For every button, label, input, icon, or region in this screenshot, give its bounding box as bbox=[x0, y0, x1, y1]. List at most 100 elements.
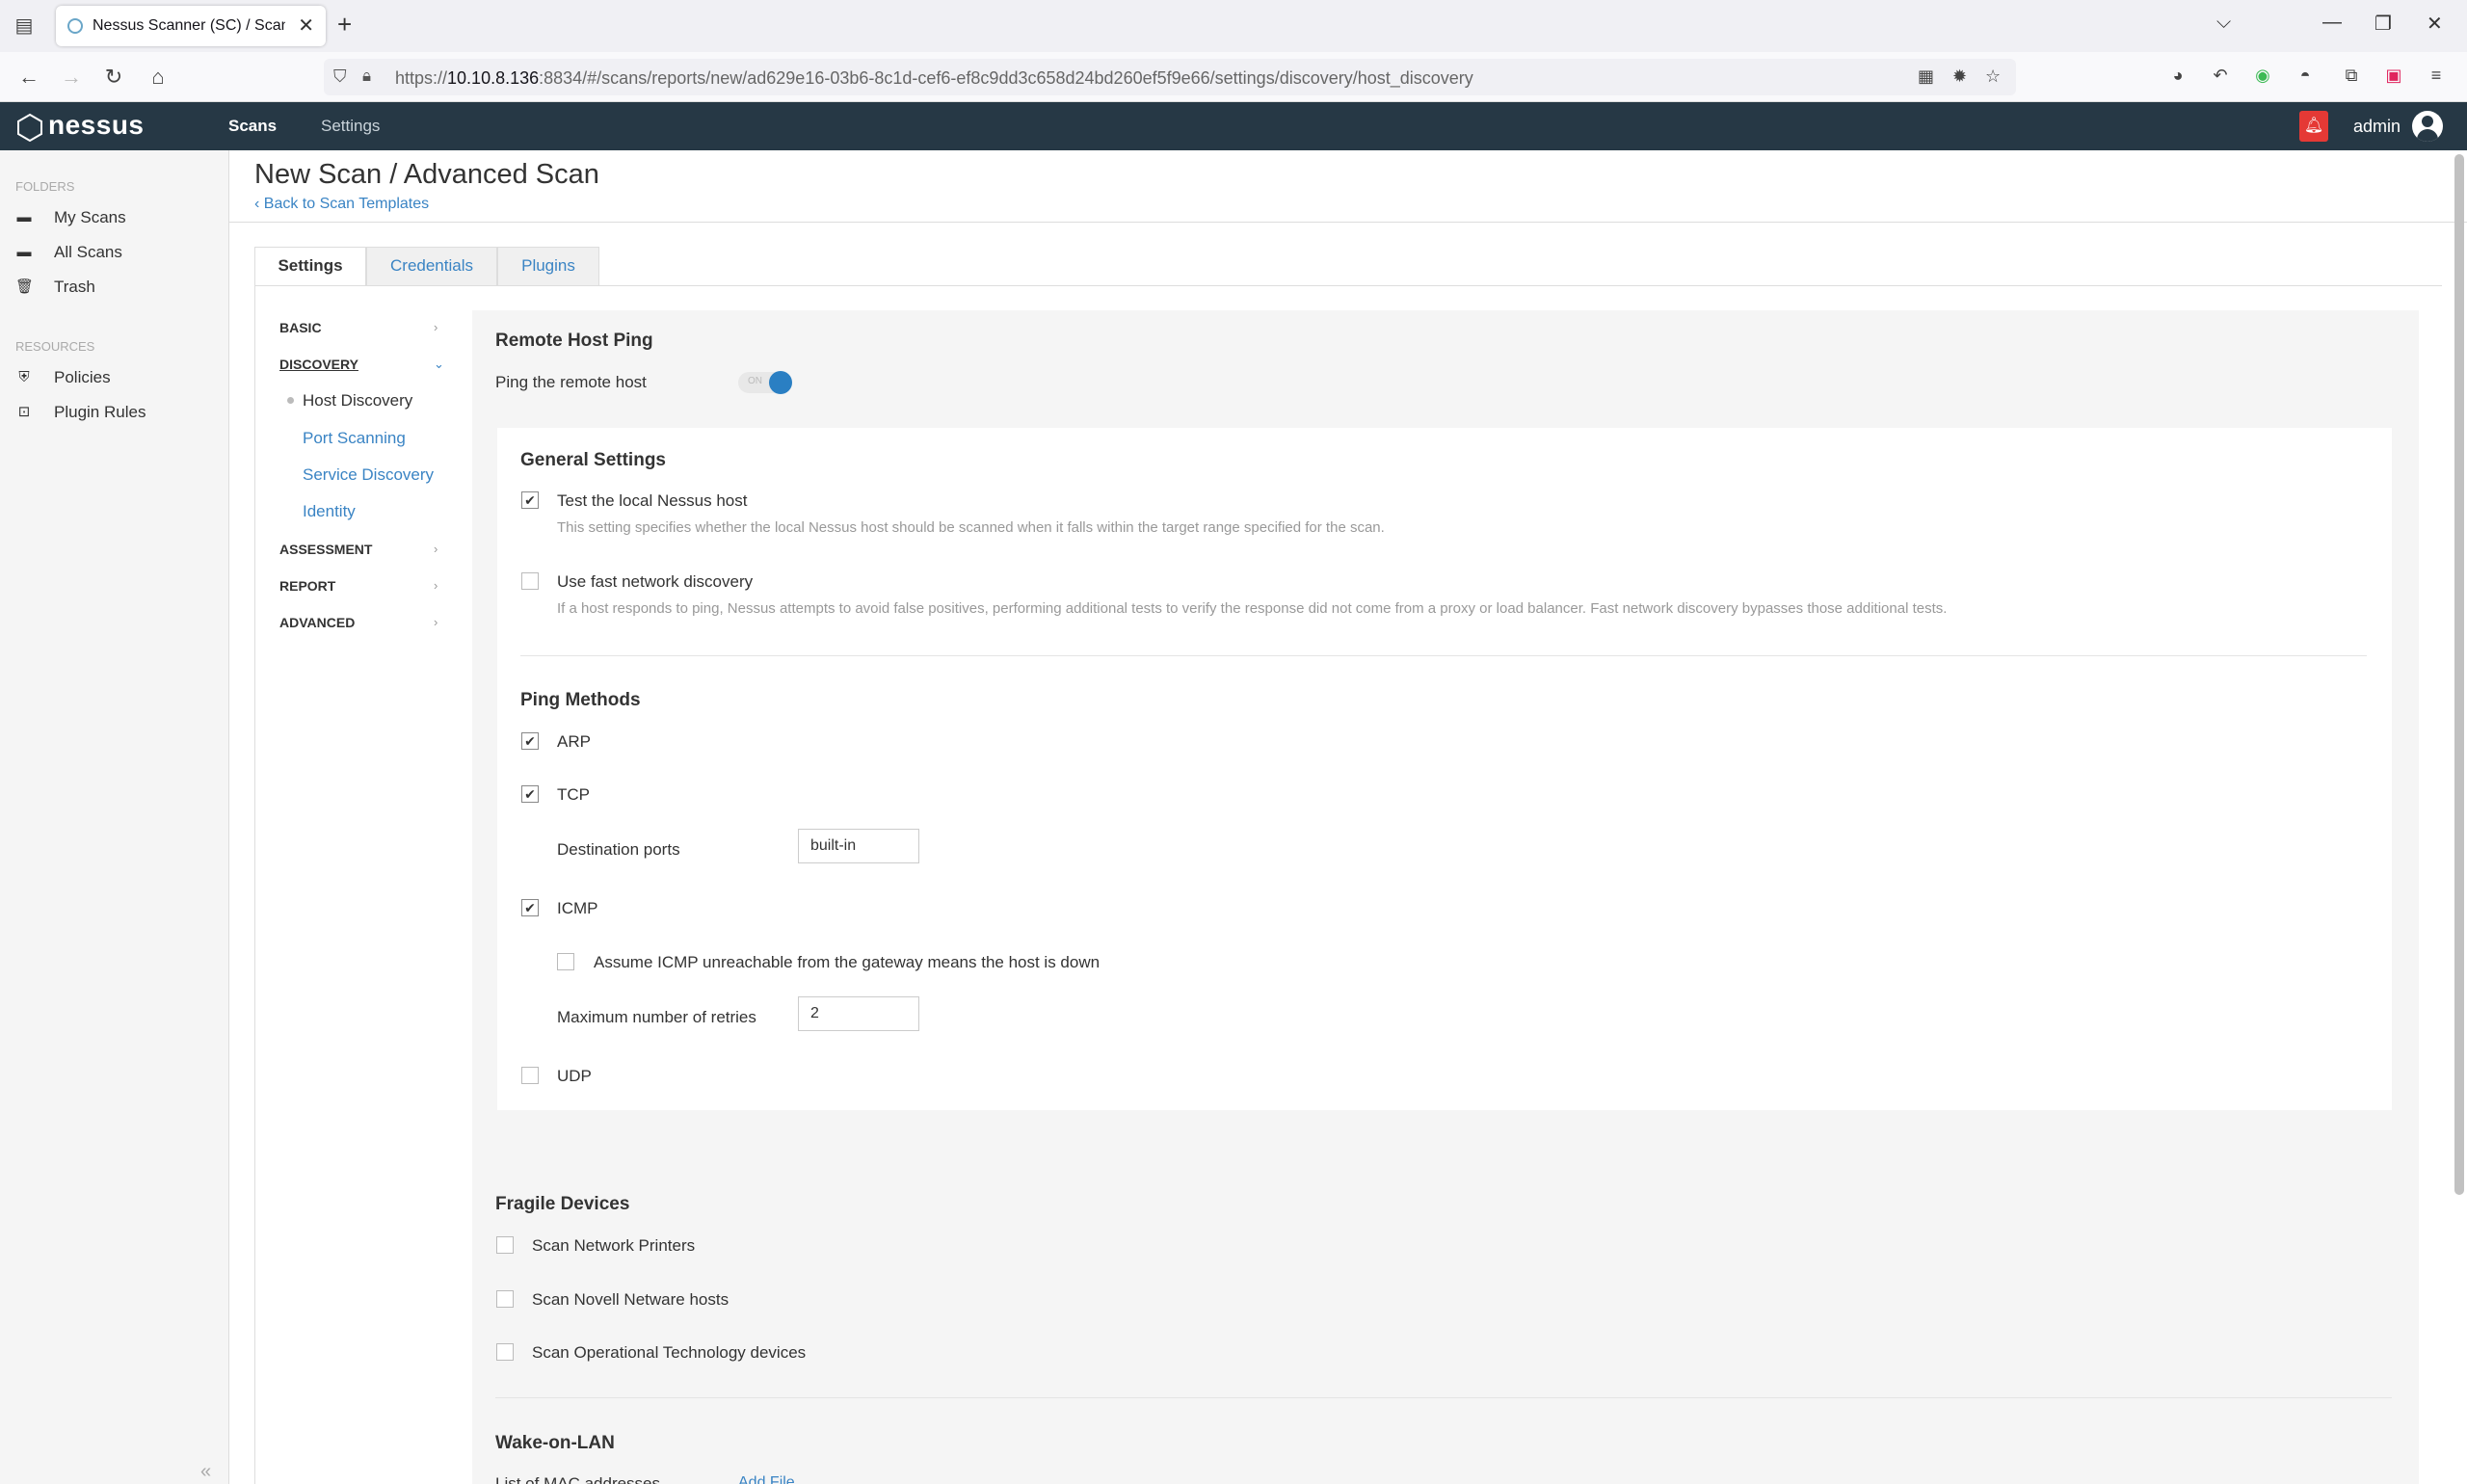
qr-code-icon[interactable]: ▦ bbox=[1918, 66, 1934, 87]
app-top-bar: nessus Scans Settings 🔔︎ admin bbox=[0, 102, 2467, 150]
minimize-icon[interactable]: — bbox=[2322, 12, 2342, 34]
sidebar-item-label: My Scans bbox=[54, 208, 126, 226]
sidebar-item-all-scans[interactable]: ▬ All Scans bbox=[15, 241, 218, 264]
test-local-host-description: This setting specifies whether the local… bbox=[557, 519, 1385, 536]
home-icon[interactable]: ⌂ bbox=[145, 65, 172, 90]
nav-basic[interactable]: BASIC bbox=[279, 320, 322, 335]
tab-overflow-icon[interactable]: ⌵ bbox=[2216, 12, 2231, 34]
user-name[interactable]: admin bbox=[2353, 117, 2401, 137]
nav-service-discovery[interactable]: Service Discovery bbox=[303, 465, 434, 485]
scan-ot-devices-label[interactable]: Scan Operational Technology devices bbox=[532, 1343, 806, 1363]
sidebar-item-policies[interactable]: ⛨ Policies bbox=[15, 366, 218, 389]
reload-icon[interactable]: ↻ bbox=[100, 65, 127, 90]
arp-label[interactable]: ARP bbox=[557, 732, 591, 752]
new-tab-icon[interactable]: + bbox=[337, 10, 352, 40]
scan-novell-netware-checkbox[interactable] bbox=[496, 1290, 514, 1308]
tab-credentials[interactable]: Credentials bbox=[366, 247, 497, 285]
icmp-unreachable-label[interactable]: Assume ICMP unreachable from the gateway… bbox=[594, 953, 1100, 972]
ping-remote-host-label: Ping the remote host bbox=[495, 373, 647, 391]
browser-tab[interactable]: Nessus Scanner (SC) / Scans ✕ bbox=[56, 6, 326, 46]
bug-icon[interactable]: ✹ bbox=[1952, 66, 1967, 87]
url-bar[interactable]: ⛉ 🔒︎ https://10.10.8.136:8834/#/scans/re… bbox=[324, 59, 2016, 95]
browser-nav-bar: ← → ↻ ⌂ ⛉ 🔒︎ https://10.10.8.136:8834/#/… bbox=[0, 52, 2467, 102]
tab-list-icon[interactable]: ▤ bbox=[12, 13, 37, 39]
ping-methods-heading: Ping Methods bbox=[520, 690, 641, 710]
sidebar-item-trash[interactable]: 🗑︎ Trash bbox=[15, 276, 218, 299]
test-local-host-checkbox[interactable]: ✔ bbox=[521, 491, 539, 509]
scan-network-printers-checkbox[interactable] bbox=[496, 1236, 514, 1254]
ping-remote-host-toggle[interactable]: ON bbox=[738, 371, 792, 394]
tab-close-icon[interactable]: ✕ bbox=[298, 13, 314, 38]
close-window-icon[interactable]: ✕ bbox=[2427, 12, 2443, 36]
tcp-checkbox[interactable]: ✔ bbox=[521, 785, 539, 803]
current-item-bullet bbox=[287, 397, 294, 404]
nav-report[interactable]: REPORT bbox=[279, 578, 335, 594]
fast-network-discovery-label[interactable]: Use fast network discovery bbox=[557, 572, 753, 592]
back-icon[interactable]: ← bbox=[15, 65, 42, 90]
arp-checkbox[interactable]: ✔ bbox=[521, 732, 539, 750]
app-logo[interactable]: nessus bbox=[48, 110, 145, 141]
nav-scans[interactable]: Scans bbox=[228, 117, 277, 136]
icmp-label[interactable]: ICMP bbox=[557, 899, 598, 918]
scan-ot-devices-checkbox[interactable] bbox=[496, 1343, 514, 1361]
scan-network-printers-label[interactable]: Scan Network Printers bbox=[532, 1236, 695, 1256]
green-circle-extension-icon[interactable]: ◉ bbox=[2251, 64, 2274, 87]
nav-identity[interactable]: Identity bbox=[303, 502, 356, 521]
page-scrollbar[interactable] bbox=[2454, 154, 2464, 1195]
extension-avatar-icon[interactable]: ◕ bbox=[2166, 64, 2189, 87]
nav-host-discovery[interactable]: Host Discovery bbox=[303, 391, 412, 411]
nav-advanced[interactable]: ADVANCED bbox=[279, 615, 355, 630]
nav-assessment[interactable]: ASSESSMENT bbox=[279, 542, 372, 557]
divider bbox=[254, 285, 2442, 286]
tab-settings[interactable]: Settings bbox=[254, 247, 366, 286]
lock-icon[interactable]: 🔒︎ bbox=[362, 66, 371, 86]
user-avatar-icon[interactable] bbox=[2412, 111, 2443, 142]
collapse-sidebar-icon[interactable]: « bbox=[200, 1461, 211, 1483]
sidebar-item-my-scans[interactable]: ▬ My Scans bbox=[15, 206, 218, 229]
sidebar: FOLDERS ▬ My Scans ▬ All Scans 🗑︎ Trash … bbox=[0, 150, 229, 1484]
restore-icon[interactable]: ❐ bbox=[2374, 12, 2392, 36]
fast-network-discovery-checkbox[interactable] bbox=[521, 572, 539, 590]
fragile-devices-heading: Fragile Devices bbox=[495, 1194, 630, 1214]
menu-icon[interactable]: ≡ bbox=[2425, 64, 2448, 87]
undo-icon[interactable]: ↶ bbox=[2209, 64, 2232, 87]
nav-discovery[interactable]: DISCOVERY bbox=[279, 357, 358, 372]
icmp-unreachable-checkbox[interactable] bbox=[557, 953, 574, 970]
icmp-checkbox[interactable]: ✔ bbox=[521, 899, 539, 916]
sidebar-item-label: All Scans bbox=[54, 243, 122, 261]
udp-checkbox[interactable] bbox=[521, 1067, 539, 1084]
back-to-templates-link[interactable]: ‹ Back to Scan Templates bbox=[254, 196, 429, 213]
folder-icon: ▬ bbox=[16, 209, 32, 225]
tab-plugins[interactable]: Plugins bbox=[497, 247, 599, 285]
scan-novell-netware-label[interactable]: Scan Novell Netware hosts bbox=[532, 1290, 729, 1310]
nav-port-scanning[interactable]: Port Scanning bbox=[303, 429, 406, 448]
tcp-label[interactable]: TCP bbox=[557, 785, 590, 805]
url-text[interactable]: https://10.10.8.136:8834/#/scans/reports… bbox=[395, 68, 1473, 89]
translate-extension-icon[interactable]: ▣ bbox=[2382, 64, 2405, 87]
remote-host-ping-heading: Remote Host Ping bbox=[495, 331, 653, 351]
max-retries-label: Maximum number of retries bbox=[557, 1008, 756, 1026]
tracking-shield-icon[interactable]: ⛉ bbox=[333, 66, 347, 87]
extensions-icon[interactable]: ⧉ bbox=[2340, 64, 2363, 87]
forward-icon[interactable]: → bbox=[58, 65, 85, 90]
max-retries-input[interactable]: 2 bbox=[798, 996, 919, 1031]
sidebar-item-label: Plugin Rules bbox=[54, 403, 146, 421]
page-title: New Scan / Advanced Scan bbox=[254, 159, 599, 190]
bookmark-star-icon[interactable]: ☆ bbox=[1985, 66, 2001, 87]
notification-bell-icon[interactable]: 🔔︎ bbox=[2299, 111, 2328, 142]
test-local-host-label[interactable]: Test the local Nessus host bbox=[557, 491, 747, 511]
nav-settings[interactable]: Settings bbox=[321, 117, 380, 136]
add-file-link[interactable]: Add File bbox=[738, 1474, 795, 1484]
browser-tab-bar: ▤ Nessus Scanner (SC) / Scans ✕ + ⌵ — ❐ … bbox=[0, 0, 2467, 52]
divider bbox=[495, 1397, 2392, 1398]
chevron-right-icon: › bbox=[434, 615, 438, 629]
chevron-right-icon: › bbox=[434, 320, 438, 334]
divider bbox=[229, 222, 2467, 223]
sidebar-item-label: Policies bbox=[54, 368, 111, 386]
sidebar-item-plugin-rules[interactable]: ⊡ Plugin Rules bbox=[15, 401, 218, 424]
hat-extension-icon[interactable]: ◓ bbox=[2294, 64, 2317, 87]
resources-section-label: RESOURCES bbox=[15, 339, 95, 354]
udp-label[interactable]: UDP bbox=[557, 1067, 592, 1086]
wake-on-lan-heading: Wake-on-LAN bbox=[495, 1433, 615, 1453]
destination-ports-input[interactable]: built-in bbox=[798, 829, 919, 863]
